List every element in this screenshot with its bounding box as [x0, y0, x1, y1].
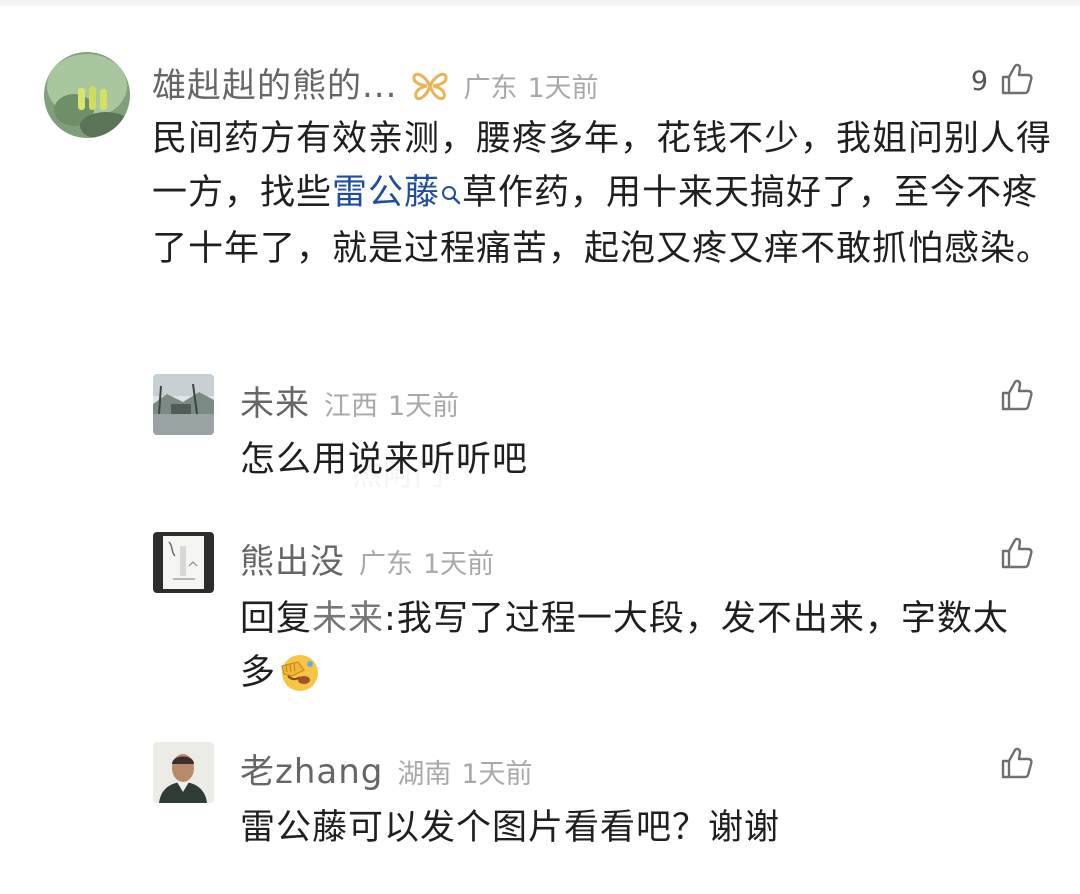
reply-item: 熊出没 广东 1天前 回复未来:我写了过程一大段，发不出来，字数太多	[0, 518, 1080, 718]
reply-text: 雷公藤可以发个图片看看吧？谢谢	[240, 808, 781, 848]
timestamp: 1天前	[461, 759, 533, 790]
thumbs-up-icon	[1000, 378, 1034, 416]
thumbs-up-icon	[1000, 746, 1034, 784]
reply-prefix: 回复	[240, 599, 313, 639]
comment-item: 雄赳赳的熊的... 广东 1天前 9 民间药方有效亲测，腰疼多年，花钱不少，我姐…	[0, 0, 1080, 330]
avatar[interactable]	[153, 742, 214, 803]
like-button[interactable]	[1000, 746, 1034, 784]
username[interactable]: 老zhang	[240, 744, 383, 793]
avatar[interactable]	[153, 374, 214, 435]
reply-text: 回复未来:我写了过程一大段，发不出来，字数太多	[240, 592, 1040, 708]
username[interactable]: 熊出没	[240, 534, 345, 583]
thumbs-up-icon	[1000, 62, 1034, 100]
reply-meta: 熊出没 广东 1天前	[240, 534, 494, 583]
reply-to-link[interactable]: 未来	[312, 599, 384, 639]
avatar[interactable]	[153, 532, 214, 593]
location: 湖南	[397, 759, 452, 790]
location: 广东	[359, 549, 413, 580]
reply-item: 未来 江西 1天前 怎么用说来听听吧	[0, 360, 1080, 500]
comment-meta: 雄赳赳的熊的... 广东 1天前	[152, 58, 599, 107]
avatar[interactable]	[44, 52, 130, 138]
location: 广东	[463, 73, 518, 104]
comment-text: 民间药方有效亲测，腰疼多年，花钱不少，我姐问别人得一方，找些雷公藤 草作药，用十来…	[152, 112, 1052, 276]
username[interactable]: 雄赳赳的熊的...	[152, 58, 397, 107]
reply-item: 老zhang 湖南 1天前 雷公藤可以发个图片看看吧？谢谢	[0, 728, 1080, 878]
search-icon[interactable]	[440, 168, 462, 222]
facepalm-emoji-icon	[278, 652, 322, 708]
like-button[interactable]	[1000, 536, 1034, 574]
timestamp: 1天前	[527, 73, 599, 104]
reply-meta: 老zhang 湖南 1天前	[240, 744, 533, 793]
butterfly-icon	[411, 71, 449, 105]
location: 江西	[324, 391, 378, 422]
reply-meta: 未来 江西 1天前	[240, 376, 459, 425]
keyword-link[interactable]: 雷公藤	[332, 173, 440, 213]
timestamp: 1天前	[423, 549, 495, 580]
timestamp: 1天前	[388, 391, 460, 422]
like-button[interactable]: 9	[971, 62, 1034, 100]
like-count: 9	[970, 65, 988, 97]
reply-text: 怎么用说来听听吧	[240, 440, 529, 480]
username[interactable]: 未来	[240, 376, 310, 425]
thumbs-up-icon	[1000, 536, 1034, 574]
like-button[interactable]	[1000, 378, 1034, 416]
